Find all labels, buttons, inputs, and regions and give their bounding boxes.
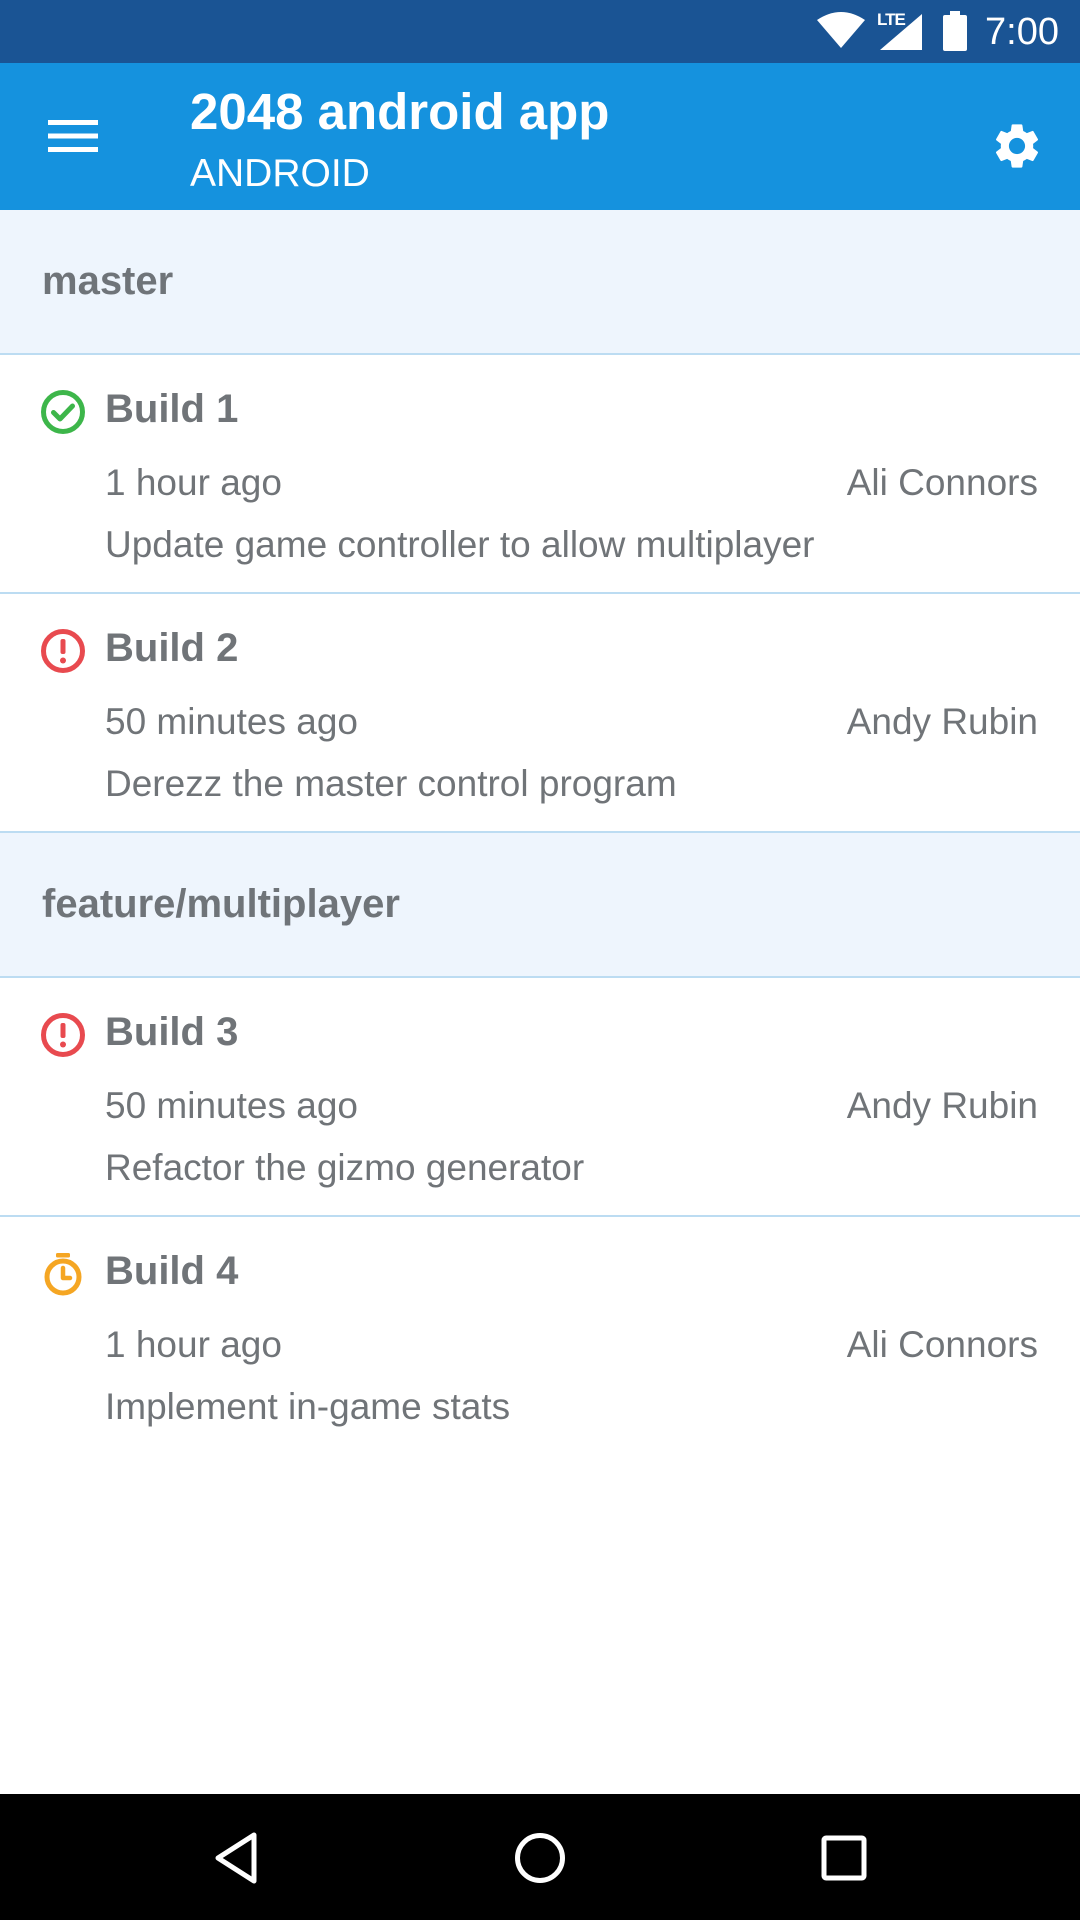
- home-button[interactable]: [504, 1822, 576, 1894]
- build-name: Build 2: [105, 626, 239, 670]
- alert-circle-icon: [41, 1013, 85, 1057]
- build-author: Andy Rubin: [846, 701, 1038, 742]
- build-author: Ali Connors: [846, 1324, 1038, 1365]
- build-name: Build 1: [105, 387, 239, 431]
- app-bar: 2048 android app ANDROID: [0, 63, 1080, 210]
- menu-button[interactable]: [30, 93, 116, 179]
- build-author: Andy Rubin: [846, 1085, 1038, 1126]
- menu-icon: [48, 120, 98, 152]
- build-name: Build 3: [105, 1010, 239, 1054]
- section-header-feature-multiplayer: feature/multiplayer: [0, 833, 1080, 978]
- app-subtitle: ANDROID: [190, 152, 370, 195]
- build-item-2[interactable]: Build 2 50 minutes ago Andy Rubin Derezz…: [0, 594, 1080, 833]
- settings-button[interactable]: [972, 101, 1062, 191]
- build-item-4[interactable]: Build 4 1 hour ago Ali Connors Implement…: [0, 1217, 1080, 1456]
- check-circle-icon: [41, 390, 85, 434]
- system-nav-bar: [0, 1794, 1080, 1920]
- recents-button[interactable]: [808, 1822, 880, 1894]
- build-time: 1 hour ago: [105, 1324, 282, 1365]
- alert-circle-icon: [41, 629, 85, 673]
- build-item-3[interactable]: Build 3 50 minutes ago Andy Rubin Refact…: [0, 978, 1080, 1217]
- build-author: Ali Connors: [846, 462, 1038, 503]
- build-list: master Build 1 1 hour ago Ali Connors Up…: [0, 210, 1080, 1456]
- build-name: Build 4: [105, 1249, 239, 1293]
- build-time: 50 minutes ago: [105, 1085, 359, 1126]
- battery-icon: [943, 11, 967, 51]
- section-header-master: master: [0, 210, 1080, 355]
- section-label: feature/multiplayer: [42, 882, 400, 926]
- gear-icon: [995, 124, 1039, 168]
- status-clock: 7:00: [985, 11, 1059, 53]
- wifi-icon: [817, 12, 865, 48]
- recents-icon: [821, 1835, 867, 1881]
- build-message: Implement in-game stats: [105, 1386, 511, 1427]
- section-label: master: [42, 259, 174, 303]
- app-title: 2048 android app: [190, 83, 610, 140]
- home-icon: [515, 1833, 565, 1883]
- build-message: Update game controller to allow multipla…: [105, 524, 815, 565]
- status-bar: LTE 7:00: [0, 0, 1080, 63]
- build-time: 1 hour ago: [105, 462, 282, 503]
- build-message: Refactor the gizmo generator: [105, 1147, 585, 1188]
- back-icon: [215, 1832, 257, 1884]
- back-button[interactable]: [200, 1822, 272, 1894]
- build-time: 50 minutes ago: [105, 701, 359, 742]
- timer-icon: [44, 1253, 82, 1296]
- build-message: Derezz the master control program: [105, 763, 677, 804]
- build-item-1[interactable]: Build 1 1 hour ago Ali Connors Update ga…: [0, 355, 1080, 594]
- network-type-label: LTE: [877, 10, 906, 29]
